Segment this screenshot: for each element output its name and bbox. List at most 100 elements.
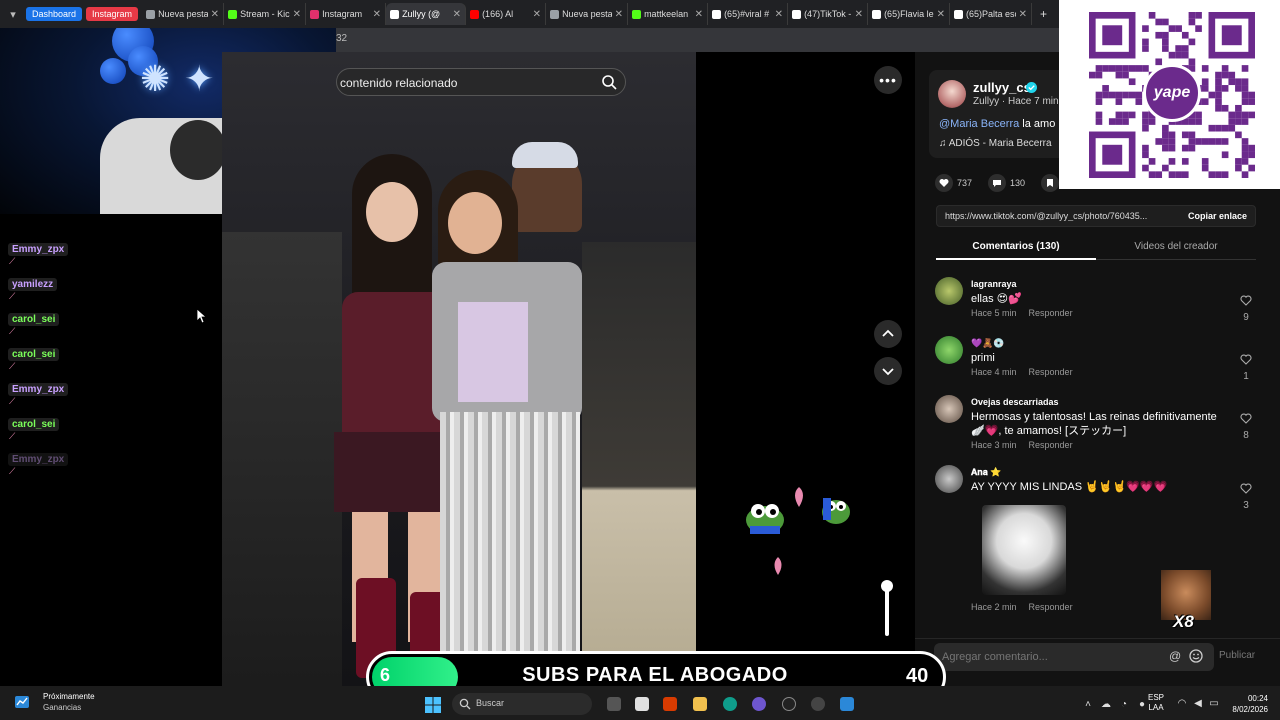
discord-icon[interactable]: [752, 697, 766, 711]
related-search-bar[interactable]: contenido relacionado: [336, 68, 626, 96]
chat-username[interactable]: Emmy_zpx: [8, 383, 69, 396]
next-video-button[interactable]: [874, 357, 902, 385]
reply-button[interactable]: Responder: [1029, 440, 1073, 450]
browser-tab[interactable]: (65)#viral # ✕: [708, 3, 789, 25]
browser-tab[interactable]: Instagram ✕: [306, 3, 387, 25]
close-icon[interactable]: ✕: [1019, 9, 1027, 20]
close-icon[interactable]: ✕: [937, 9, 945, 20]
chat-username[interactable]: Emmy_zpx: [8, 453, 69, 466]
close-icon[interactable]: ✕: [855, 9, 863, 20]
chevron-up-icon[interactable]: ˄: [1082, 699, 1094, 711]
caption-mention-link[interactable]: @Maria Becerra: [939, 118, 1019, 130]
store-icon[interactable]: [635, 697, 649, 711]
close-icon[interactable]: ✕: [293, 9, 301, 20]
qr-module: [1135, 98, 1143, 105]
wifi-icon[interactable]: ◠: [1176, 698, 1188, 710]
close-icon[interactable]: ✕: [695, 9, 703, 20]
obs-icon[interactable]: [782, 697, 796, 711]
edge-icon[interactable]: [723, 697, 737, 711]
save-button[interactable]: [1041, 174, 1060, 192]
like-button[interactable]: [935, 174, 953, 192]
battery-icon[interactable]: ▭: [1208, 698, 1220, 710]
comment-like-button[interactable]: 3: [1239, 481, 1253, 511]
new-tab-icon[interactable]: +: [1040, 7, 1047, 21]
close-icon[interactable]: ✕: [775, 9, 783, 20]
qr-module: [1241, 85, 1249, 92]
pepe-emote-icon: [746, 504, 784, 534]
previous-video-button[interactable]: [874, 320, 902, 348]
commenter-username[interactable]: Ovejas descarriadas: [971, 397, 1059, 407]
keyboard-layout: LAA: [1148, 703, 1164, 712]
qr-module: [1248, 91, 1255, 99]
commenter-avatar[interactable]: [935, 336, 963, 364]
taskbar-clock[interactable]: 00:24 8/02/2026: [1226, 693, 1268, 715]
more-options-button[interactable]: •••: [874, 66, 902, 94]
close-icon[interactable]: ✕: [211, 9, 219, 20]
commenter-username[interactable]: 𝐀𝐧𝐚 ⭐: [971, 467, 1002, 478]
comment-sticker-image[interactable]: [982, 505, 1066, 595]
browser-tab[interactable]: mattkeelan ✕: [628, 3, 709, 25]
speaker-icon[interactable]: ◀: [1192, 698, 1204, 710]
share-link-url[interactable]: https://www.tiktok.com/@zullyy_cs/photo/…: [945, 211, 1175, 221]
windows-start-icon[interactable]: [425, 697, 441, 713]
qr-module: [1241, 111, 1249, 119]
mention-at-icon[interactable]: @: [1169, 649, 1181, 663]
tiktok-photo-viewer[interactable]: [222, 52, 696, 686]
publish-button[interactable]: Publicar: [1219, 650, 1255, 661]
cloud-icon[interactable]: ☁: [1100, 699, 1112, 711]
search-input[interactable]: contenido relacionado: [340, 76, 457, 90]
search-icon[interactable]: [601, 74, 617, 90]
office-icon[interactable]: [663, 697, 677, 711]
input-language[interactable]: ESP LAA: [1148, 693, 1164, 713]
chat-username[interactable]: carol_sei: [8, 418, 60, 431]
taskbar-search[interactable]: Buscar: [452, 693, 592, 715]
close-icon[interactable]: ✕: [615, 9, 623, 20]
commenter-avatar[interactable]: [935, 277, 963, 305]
comment-like-button[interactable]: 1: [1239, 352, 1253, 382]
close-icon[interactable]: ✕: [453, 9, 461, 20]
browser-tab[interactable]: Zullyy (@ ✕: [386, 3, 467, 25]
browser-tab[interactable]: Nueva pesta ✕: [546, 3, 629, 25]
chat-username[interactable]: carol_sei: [8, 348, 60, 361]
commenter-avatar[interactable]: [935, 395, 963, 423]
qr-module: [1168, 131, 1176, 139]
network-icon[interactable]: ◔: [1118, 699, 1130, 711]
commenter-username[interactable]: 💜🧸💿: [971, 338, 1005, 349]
browser-tab[interactable]: (65)Flavia le ✕: [868, 3, 950, 25]
tab-creator-videos[interactable]: Videos del creador: [1096, 236, 1256, 260]
qr-module: [1168, 25, 1176, 32]
chat-username[interactable]: Emmy_zpx: [8, 243, 69, 256]
close-icon[interactable]: ✕: [533, 9, 541, 20]
browser-tab[interactable]: Stream - Kick ✕: [224, 3, 307, 25]
close-icon[interactable]: ✕: [373, 9, 381, 20]
browser-tab[interactable]: Nueva pesta ✕: [142, 3, 225, 25]
chat-username[interactable]: carol_sei: [8, 313, 60, 326]
tab-comments[interactable]: Comentarios (130): [936, 236, 1096, 260]
tab-search-icon[interactable]: ▾: [4, 5, 22, 23]
commenter-username[interactable]: lagranraya: [971, 279, 1017, 289]
browser-tab[interactable]: (47)TikTok - ✕: [788, 3, 869, 25]
author-avatar[interactable]: [938, 80, 966, 108]
task-view-icon[interactable]: [607, 697, 621, 711]
commenter-avatar[interactable]: [935, 465, 963, 493]
emoji-icon[interactable]: [1189, 649, 1203, 663]
browser-tab[interactable]: (166) Al ✕: [466, 3, 547, 25]
browser-tab[interactable]: (65)Palta esc ✕: [950, 3, 1032, 25]
comment-button[interactable]: [988, 174, 1007, 192]
app-icon[interactable]: [840, 697, 854, 711]
reply-button[interactable]: Responder: [1029, 367, 1073, 377]
author-username[interactable]: zullyy_cs: [973, 80, 1031, 95]
comment-like-button[interactable]: 9: [1239, 293, 1253, 323]
reply-button[interactable]: Responder: [1029, 602, 1073, 612]
chat-username[interactable]: yamilezz: [8, 278, 58, 291]
app-icon[interactable]: [811, 697, 825, 711]
tab-group-instagram[interactable]: Instagram: [86, 7, 139, 21]
file-explorer-icon[interactable]: [693, 697, 707, 711]
copy-link-button[interactable]: Copiar enlace: [1188, 211, 1247, 221]
comment-like-button[interactable]: 8: [1239, 411, 1253, 441]
tab-group-dashboard[interactable]: Dashboard: [26, 7, 83, 21]
music-link[interactable]: ♫ ADIÓS - Maria Becerra: [939, 138, 1052, 149]
microphone-icon[interactable]: ●: [1136, 699, 1148, 711]
volume-slider[interactable]: [880, 578, 894, 638]
reply-button[interactable]: Responder: [1029, 308, 1073, 318]
